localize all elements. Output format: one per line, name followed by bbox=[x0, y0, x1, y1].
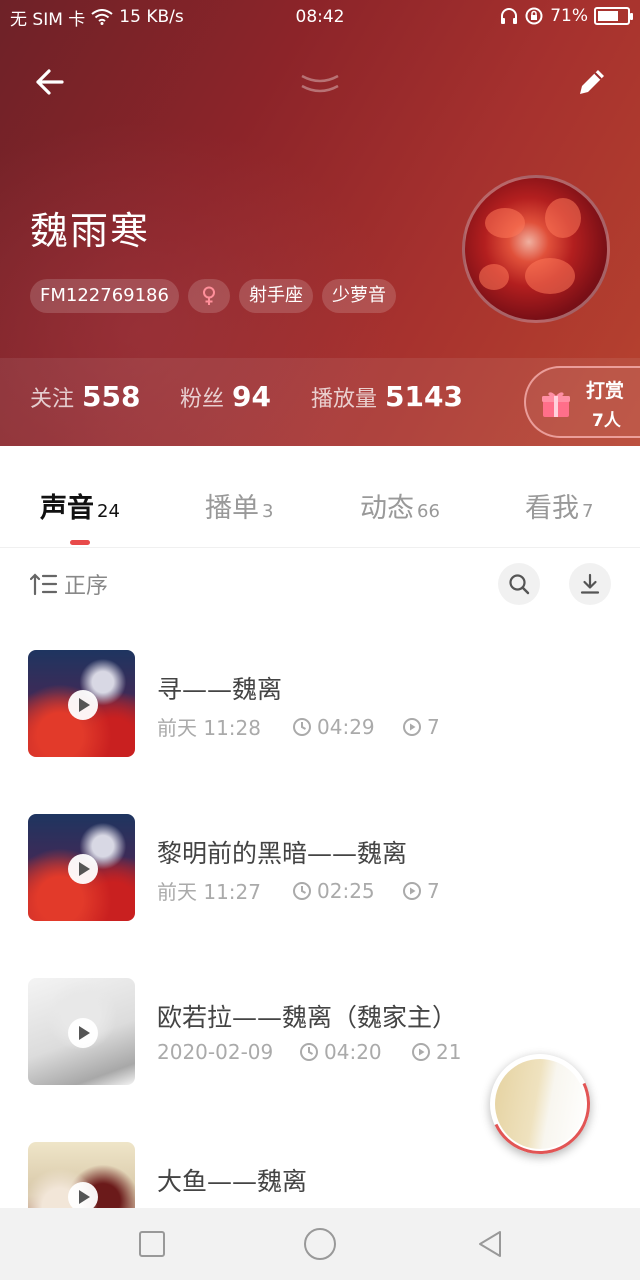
track-title: 寻——魏离 bbox=[157, 675, 283, 704]
search-icon bbox=[509, 574, 530, 595]
play-icon bbox=[68, 690, 98, 720]
home-icon[interactable] bbox=[302, 1226, 338, 1262]
clock-icon bbox=[293, 881, 311, 900]
stat-following[interactable]: 关注 558 bbox=[30, 380, 140, 413]
edit-pencil-icon[interactable] bbox=[574, 64, 610, 100]
tab-playlists[interactable]: 播单 3 bbox=[205, 486, 273, 525]
reward-count: 7人 bbox=[592, 411, 621, 431]
battery-fill bbox=[598, 11, 618, 21]
track-item[interactable]: 寻——魏离 前天 11:28 04:29 7 bbox=[0, 650, 640, 814]
sort-icon bbox=[30, 573, 58, 596]
track-plays: 21 bbox=[411, 1040, 461, 1064]
clock-icon bbox=[300, 1043, 318, 1061]
play-icon bbox=[68, 1018, 98, 1048]
collapse-chevron-icon[interactable] bbox=[298, 70, 342, 98]
sort-order-button[interactable]: 正序 bbox=[30, 568, 108, 600]
mini-player-button[interactable] bbox=[475, 1039, 605, 1169]
profile-tags: FM122769186 射手座 少萝音 bbox=[30, 279, 396, 313]
stat-plays: 播放量 5143 bbox=[311, 380, 463, 413]
download-button[interactable] bbox=[569, 563, 611, 605]
battery-percent: 71% bbox=[550, 6, 588, 26]
back-triangle-icon[interactable] bbox=[474, 1228, 506, 1260]
content-tabs: 声音 24 播单 3 动态 66 看我 7 bbox=[0, 446, 640, 548]
track-cover bbox=[28, 814, 135, 921]
reward-button[interactable]: 打赏 7人 bbox=[524, 366, 640, 438]
track-date: 前天 11:28 bbox=[157, 716, 261, 740]
tab-sounds[interactable]: 声音 24 bbox=[40, 486, 120, 525]
battery-icon bbox=[594, 7, 633, 25]
profile-name: 魏雨寒 bbox=[30, 209, 151, 253]
track-date: 2020-02-09 bbox=[157, 1040, 274, 1064]
clock-icon bbox=[293, 717, 311, 736]
play-icon bbox=[68, 854, 98, 884]
play-count-icon bbox=[403, 717, 421, 736]
profile-header: 无 SIM 卡 15 KB/s 08:42 71% 魏雨寒 FM12276918… bbox=[0, 0, 640, 446]
rotation-lock-icon bbox=[525, 7, 543, 25]
gift-icon bbox=[542, 392, 570, 417]
headphones-icon bbox=[501, 8, 518, 24]
system-nav-bar bbox=[0, 1208, 640, 1280]
track-cover bbox=[28, 650, 135, 757]
play-count-icon bbox=[403, 881, 421, 900]
track-duration: 04:29 bbox=[292, 715, 402, 739]
status-bar: 无 SIM 卡 15 KB/s 08:42 71% bbox=[0, 0, 640, 34]
search-button[interactable] bbox=[498, 563, 540, 605]
avatar[interactable] bbox=[462, 175, 610, 323]
download-icon bbox=[580, 573, 600, 594]
zodiac-tag: 射手座 bbox=[238, 279, 313, 313]
track-title: 黎明前的黑暗——魏离 bbox=[157, 839, 408, 868]
track-title: 欧若拉——魏离（魏家主） bbox=[157, 1003, 458, 1032]
back-arrow-icon[interactable] bbox=[30, 62, 70, 102]
track-title: 大鱼——魏离 bbox=[157, 1167, 308, 1196]
sort-label: 正序 bbox=[64, 574, 109, 599]
gender-tag bbox=[187, 279, 230, 313]
track-duration: 02:25 bbox=[292, 879, 402, 903]
female-icon bbox=[202, 286, 215, 305]
track-duration: 04:20 bbox=[299, 1040, 411, 1064]
track-item[interactable]: 黎明前的黑暗——魏离 前天 11:27 02:25 7 bbox=[0, 814, 640, 978]
track-plays: 7 bbox=[402, 715, 440, 739]
track-date: 前天 11:27 bbox=[157, 880, 261, 904]
active-tab-indicator bbox=[70, 540, 90, 545]
track-cover bbox=[28, 978, 135, 1085]
tab-moments[interactable]: 动态 66 bbox=[360, 486, 440, 525]
stat-fans[interactable]: 粉丝 94 bbox=[180, 380, 271, 413]
voice-type-tag: 少萝音 bbox=[321, 279, 396, 313]
reward-label: 打赏 bbox=[586, 380, 625, 402]
recent-apps-icon[interactable] bbox=[136, 1228, 168, 1260]
play-count-icon bbox=[412, 1043, 430, 1061]
tab-visitors[interactable]: 看我 7 bbox=[525, 486, 593, 525]
fm-id-tag: FM122769186 bbox=[30, 279, 179, 313]
track-plays: 7 bbox=[402, 879, 440, 903]
